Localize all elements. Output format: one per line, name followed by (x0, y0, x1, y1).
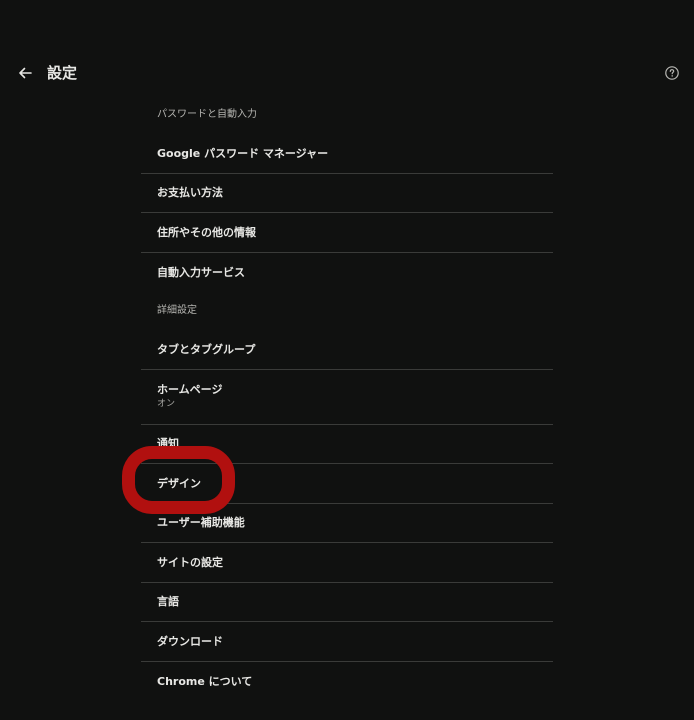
settings-item-label: ホームページ (157, 383, 223, 396)
settings-item-homepage[interactable]: ホームページ オン (141, 370, 553, 425)
settings-item-site-settings[interactable]: サイトの設定 (141, 543, 553, 583)
page-title: 設定 (47, 64, 78, 82)
settings-item-label: 言語 (157, 595, 179, 609)
settings-item-payment-methods[interactable]: お支払い方法 (141, 174, 553, 213)
settings-item-about-chrome[interactable]: Chrome について (141, 662, 553, 702)
help-button[interactable] (661, 62, 683, 84)
settings-item-label: Google パスワード マネージャー (157, 146, 329, 160)
settings-item-label: ユーザー補助機能 (157, 516, 245, 530)
settings-item-notifications[interactable]: 通知 (141, 425, 553, 464)
settings-item-label: サイトの設定 (157, 555, 223, 569)
settings-item-label: Chrome について (157, 674, 253, 688)
back-button[interactable] (13, 61, 37, 85)
settings-item-accessibility[interactable]: ユーザー補助機能 (141, 504, 553, 543)
section-header-autofill: パスワードと自動入力 (157, 109, 257, 120)
top-app-bar: 設定 (0, 55, 694, 91)
section-header-advanced: 詳細設定 (157, 305, 197, 316)
settings-item-label: ダウンロード (157, 634, 223, 648)
settings-item-label: 自動入力サービス (157, 265, 245, 279)
settings-item-password-manager[interactable]: Google パスワード マネージャー (141, 134, 553, 174)
settings-item-status: オン (157, 399, 176, 409)
settings-list: パスワードと自動入力 Google パスワード マネージャー お支払い方法 住所… (141, 96, 553, 701)
settings-item-tabs[interactable]: タブとタブグループ (141, 330, 553, 370)
settings-item-label: デザイン (157, 476, 201, 490)
settings-item-autofill-services[interactable]: 自動入力サービス (141, 253, 553, 293)
settings-item-label: お支払い方法 (157, 186, 223, 200)
help-circle-icon (665, 66, 679, 80)
settings-item-addresses[interactable]: 住所やその他の情報 (141, 213, 553, 253)
settings-item-label: 住所やその他の情報 (157, 225, 256, 239)
settings-item-languages[interactable]: 言語 (141, 583, 553, 622)
arrow-left-icon (19, 67, 32, 79)
settings-item-label: タブとタブグループ (157, 342, 256, 356)
settings-item-design[interactable]: デザイン (141, 464, 553, 504)
settings-item-label: 通知 (157, 437, 179, 451)
settings-item-downloads[interactable]: ダウンロード (141, 622, 553, 662)
